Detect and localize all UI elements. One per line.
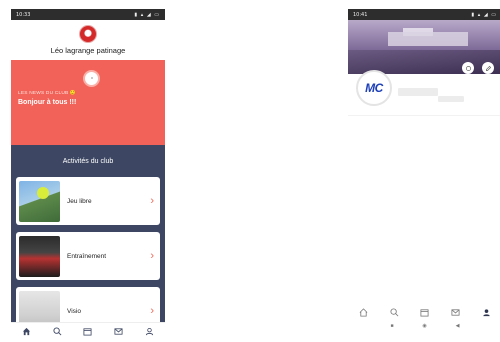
- home-icon[interactable]: [357, 306, 369, 318]
- phone-screen-club: 10:33 ▮ ▴ ◢ ▭ Léo lagrange patinage LES …: [11, 9, 165, 339]
- bottom-navigation: [348, 305, 500, 319]
- status-bar: 10:33 ▮ ▴ ◢ ▭: [11, 9, 165, 20]
- system-navigation: ■ ◉ ◀: [348, 321, 500, 331]
- profile-icon[interactable]: [481, 306, 493, 318]
- mail-icon[interactable]: [450, 306, 462, 318]
- status-time: 10:41: [353, 11, 368, 18]
- status-icons: ▮ ▴ ◢ ▭: [471, 11, 497, 18]
- activity-card-entrainement[interactable]: Entraînement ›: [16, 232, 160, 280]
- search-icon[interactable]: [388, 306, 400, 318]
- club-name: Léo lagrange patinage: [50, 46, 126, 55]
- activity-label: Jeu libre: [67, 197, 92, 205]
- bottom-navigation: [11, 322, 165, 339]
- avatar-logo: MC: [365, 81, 383, 95]
- activity-label: Entraînement: [67, 252, 107, 260]
- profile-subtitle-placeholder: [438, 96, 464, 102]
- club-header: Léo lagrange patinage: [11, 20, 165, 60]
- activity-thumbnail: [19, 235, 60, 277]
- news-message: Bonjour à tous !!!: [18, 99, 77, 106]
- chevron-right-icon: ›: [150, 250, 154, 262]
- home-button[interactable]: ◉: [422, 323, 426, 329]
- profile-icon[interactable]: [144, 325, 156, 337]
- cover-photo: [348, 20, 500, 74]
- edit-icon[interactable]: [482, 62, 494, 74]
- search-icon[interactable]: [51, 325, 63, 337]
- recent-apps-button[interactable]: ■: [390, 323, 393, 329]
- activity-thumbnail: [19, 180, 60, 222]
- status-time: 10:33: [16, 11, 31, 18]
- calendar-icon[interactable]: [82, 325, 94, 337]
- chevron-right-icon: ›: [150, 305, 154, 317]
- news-tag: LES NEWS DU CLUB 🙂: [18, 91, 77, 96]
- activities-title: Activités du club: [62, 158, 114, 165]
- news-banner[interactable]: LES NEWS DU CLUB 🙂 Bonjour à tous !!!: [11, 60, 165, 145]
- news-author-avatar: [83, 70, 100, 87]
- activity-label: Visio: [67, 307, 81, 315]
- status-icons: ▮ ▴ ◢ ▭: [134, 11, 160, 18]
- activities-section: Activités du club Jeu libre › Entraîneme…: [11, 145, 165, 326]
- profile-content: [348, 115, 500, 305]
- back-button[interactable]: ◀: [456, 323, 460, 329]
- status-bar: 10:41 ▮ ▴ ◢ ▭: [348, 9, 500, 20]
- camera-icon[interactable]: [462, 62, 474, 74]
- avatar[interactable]: MC: [356, 70, 392, 106]
- activity-card-visio[interactable]: Visio ›: [16, 287, 160, 326]
- club-logo: [79, 25, 97, 43]
- phone-screen-profile: 10:41 ▮ ▴ ◢ ▭ MC ■ ◉ ◀: [348, 9, 500, 331]
- cover-building: [388, 32, 468, 46]
- calendar-icon[interactable]: [419, 306, 431, 318]
- activity-card-jeu-libre[interactable]: Jeu libre ›: [16, 177, 160, 225]
- home-icon[interactable]: [20, 325, 32, 337]
- profile-name-placeholder: [398, 88, 438, 96]
- chevron-right-icon: ›: [150, 195, 154, 207]
- mail-icon[interactable]: [113, 325, 125, 337]
- activity-thumbnail: [19, 290, 60, 326]
